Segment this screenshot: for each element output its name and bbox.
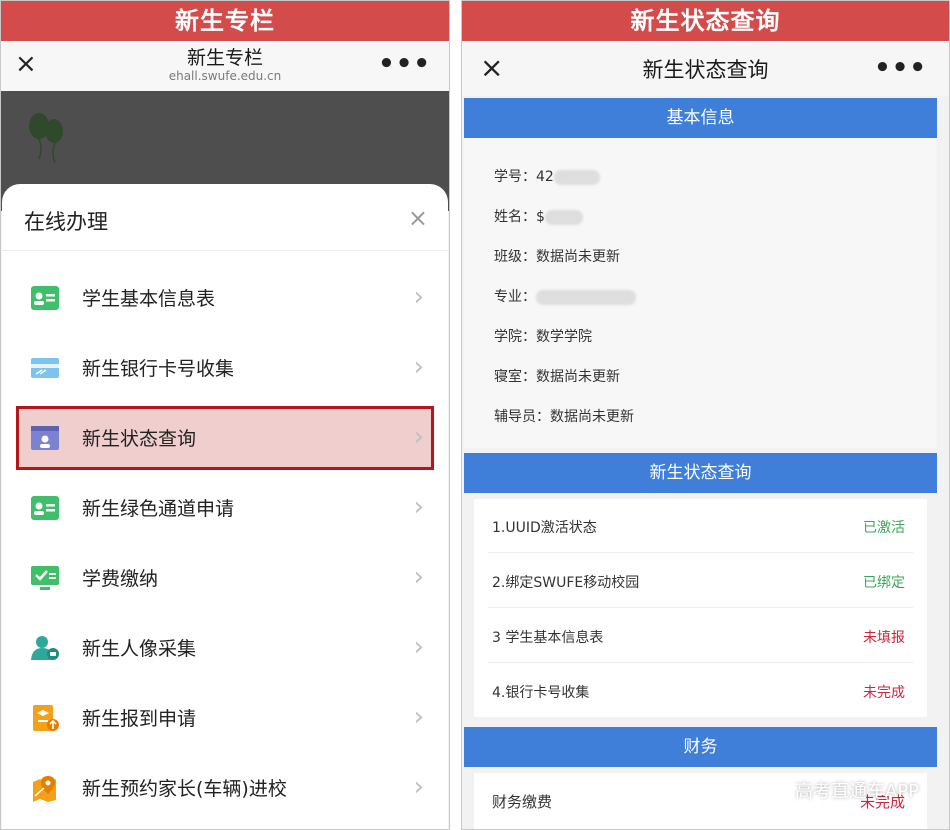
right-banner-title: 新生状态查询	[462, 1, 949, 41]
status-badge: 未完成	[863, 685, 905, 701]
status-label: 4.银行卡号收集	[492, 685, 590, 701]
menu-item-green-channel[interactable]: 新生绿色通道申请 ›	[2, 476, 448, 540]
status-badge: 未填报	[863, 630, 905, 646]
menu-item-status-query[interactable]: 新生状态查询 ›	[16, 406, 434, 470]
divider	[488, 552, 913, 553]
basic-info-panel: 学号：42 姓名：$ 班级：数据尚未更新 专业： 学院：数学学院 寝室：数据尚未…	[464, 138, 937, 448]
class-label: 班级：	[494, 249, 536, 265]
menu-item-label: 学费缴纳	[82, 568, 159, 590]
student-id-label: 学号：	[494, 169, 536, 185]
menu-item-portrait[interactable]: 新生人像采集 ›	[2, 616, 448, 680]
status-row: 2.绑定SWUFE移动校园 已绑定	[474, 554, 927, 608]
more-icon[interactable]: •••	[874, 53, 927, 83]
online-service-sheet: 在线办理 × 学生基本信息表 › 新生银行卡号收集 › 新生状态查询 › 新生绿…	[2, 184, 448, 829]
chevron-right-icon: ›	[413, 282, 424, 312]
menu-item-tuition[interactable]: 学费缴纳 ›	[2, 546, 448, 610]
name-label: 姓名：	[494, 209, 536, 225]
status-label: 3 学生基本信息表	[492, 630, 604, 646]
right-nav-bar: × 新生状态查询 •••	[462, 41, 949, 96]
status-list: 1.UUID激活状态 已激活 2.绑定SWUFE移动校园 已绑定 3 学生基本信…	[474, 499, 927, 717]
counselor-value: 数据尚未更新	[550, 409, 634, 425]
monitor-check-icon	[30, 564, 60, 592]
name-row: 姓名：$	[494, 206, 583, 226]
college-label: 学院：	[494, 329, 536, 345]
menu-item-label: 新生状态查询	[82, 428, 197, 450]
id-card-icon	[30, 494, 60, 522]
chevron-right-icon: ›	[413, 562, 424, 592]
redacted-mask	[553, 169, 600, 185]
dorm-row: 寝室：数据尚未更新	[494, 366, 620, 386]
left-panel: 新生专栏 × 新生专栏 ehall.swufe.edu.cn ••• 在线办理 …	[0, 0, 450, 830]
student-id-row: 学号：42	[494, 166, 600, 186]
college-value: 数学学院	[536, 329, 592, 345]
person-photo-icon	[30, 634, 60, 662]
status-label: 2.绑定SWUFE移动校园	[492, 575, 640, 591]
menu-item-label: 学生基本信息表	[82, 288, 216, 310]
counselor-row: 辅导员：数据尚未更新	[494, 406, 634, 426]
bank-card-icon	[30, 354, 60, 382]
menu-item-label: 新生预约家长(车辆)进校	[82, 778, 287, 800]
status-row: 4.银行卡号收集 未完成	[474, 664, 927, 718]
status-label: 财务缴费	[492, 793, 553, 811]
chevron-right-icon: ›	[413, 492, 424, 522]
major-label: 专业：	[494, 289, 536, 305]
student-id-value: 42	[536, 169, 554, 185]
chevron-right-icon: ›	[413, 352, 424, 382]
report-upload-icon	[30, 704, 60, 732]
watermark: 高考直通车APP	[794, 781, 919, 802]
menu-item-bank-card[interactable]: 新生银行卡号收集 ›	[2, 336, 448, 400]
menu-item-student-info[interactable]: 学生基本信息表 ›	[2, 266, 448, 330]
divider	[2, 250, 448, 251]
more-icon[interactable]: •••	[378, 49, 431, 79]
chevron-right-icon: ›	[413, 422, 424, 452]
section-header-basic-info: 基本信息	[464, 98, 937, 138]
close-icon[interactable]: ×	[408, 204, 428, 232]
redacted-mask	[544, 209, 583, 225]
menu-item-label: 新生绿色通道申请	[82, 498, 235, 520]
chevron-right-icon: ›	[413, 632, 424, 662]
status-row: 1.UUID激活状态 已激活	[474, 499, 927, 553]
menu-item-registration[interactable]: 新生报到申请 ›	[2, 686, 448, 750]
chevron-right-icon: ›	[413, 702, 424, 732]
menu-item-label: 新生报到申请	[82, 708, 197, 730]
menu-item-label: 新生人像采集	[82, 638, 197, 660]
redacted-mask	[536, 289, 636, 305]
class-value: 数据尚未更新	[536, 249, 620, 265]
menu-item-label: 新生银行卡号收集	[82, 358, 235, 380]
status-label: 1.UUID激活状态	[492, 520, 597, 536]
name-value: $	[536, 209, 545, 225]
counselor-label: 辅导员：	[494, 409, 550, 425]
left-nav-bar: × 新生专栏 ehall.swufe.edu.cn •••	[1, 41, 449, 91]
chevron-right-icon: ›	[413, 772, 424, 802]
status-row: 3 学生基本信息表 未填报	[474, 609, 927, 663]
major-row: 专业：	[494, 286, 636, 306]
dorm-value: 数据尚未更新	[536, 369, 620, 385]
status-badge: 已绑定	[863, 575, 905, 591]
map-pin-icon	[30, 774, 60, 802]
status-badge: 已激活	[863, 520, 905, 536]
left-banner-title: 新生专栏	[1, 1, 449, 41]
id-card-icon	[30, 284, 60, 312]
college-row: 学院：数学学院	[494, 326, 592, 346]
divider	[488, 607, 913, 608]
status-window-icon	[30, 424, 60, 452]
dorm-label: 寝室：	[494, 369, 536, 385]
menu-item-parent-visit[interactable]: 新生预约家长(车辆)进校 ›	[2, 756, 448, 820]
section-header-finance: 财务	[464, 727, 937, 767]
class-row: 班级：数据尚未更新	[494, 246, 620, 266]
divider	[488, 662, 913, 663]
right-panel: 新生状态查询 × 新生状态查询 ••• 基本信息 学号：42 姓名：$ 班级：数…	[461, 0, 950, 830]
section-header-status-query: 新生状态查询	[464, 453, 937, 493]
sheet-title: 在线办理	[24, 210, 108, 234]
